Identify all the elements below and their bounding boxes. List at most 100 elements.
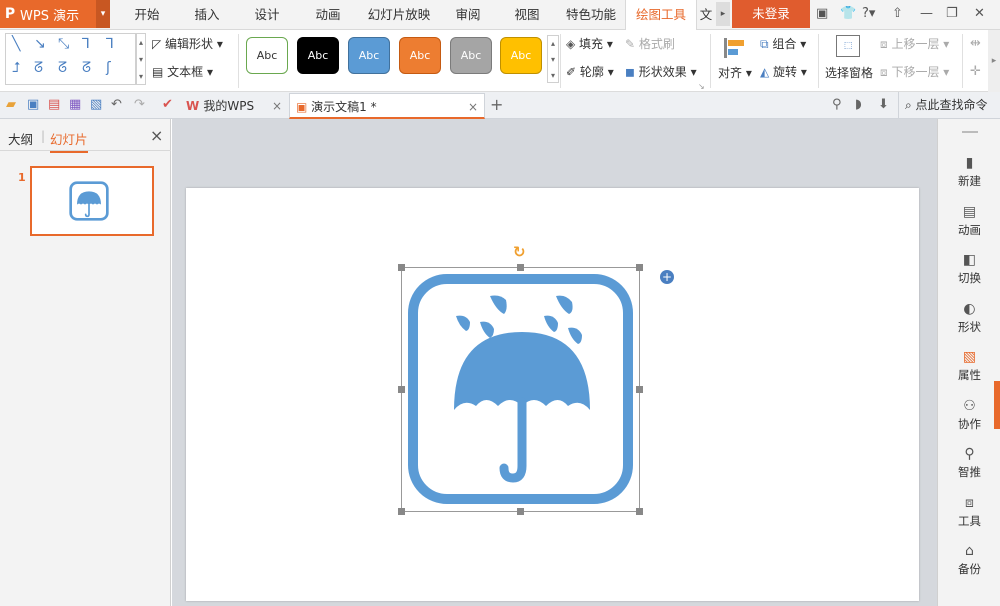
comment-icon[interactable]: ⬇: [878, 97, 889, 112]
print-icon[interactable]: ▦: [69, 97, 81, 112]
curved-double-arrow-icon[interactable]: ᘔ: [82, 60, 91, 76]
doc-tab-presentation[interactable]: ▣ 演示文稿1 * ×: [289, 93, 485, 119]
distribute-icon[interactable]: ⇹: [970, 36, 981, 51]
elbow-double-arrow-icon[interactable]: ⮥: [12, 60, 20, 76]
shape-style-4[interactable]: Abc: [399, 37, 441, 74]
task-pane-item-transition[interactable]: ◧ 切换: [938, 252, 1000, 286]
distribute-vertical-icon[interactable]: ✛: [970, 64, 981, 79]
doc-tab-my-wps[interactable]: W 我的WPS ×: [180, 93, 288, 119]
resize-handle-sw[interactable]: [398, 508, 405, 515]
archive-icon[interactable]: ▣: [816, 6, 828, 21]
tab-text-tools-partial[interactable]: 文: [697, 0, 715, 30]
shape-style-6[interactable]: Abc: [500, 37, 542, 74]
help-icon[interactable]: ?▾: [862, 6, 875, 21]
close-panel-icon[interactable]: ×: [150, 126, 163, 145]
restore-icon[interactable]: ❐: [946, 6, 958, 21]
tab-design[interactable]: 设计: [238, 0, 296, 30]
close-tab-icon[interactable]: ×: [272, 93, 282, 119]
resize-handle-s[interactable]: [517, 508, 524, 515]
freeform-icon[interactable]: ʃ: [106, 60, 111, 76]
outline-button[interactable]: ✐ 轮廓 ▾: [566, 63, 614, 80]
redo-icon[interactable]: ↷: [134, 97, 145, 112]
elbow-arrow-icon[interactable]: ⅂: [106, 36, 114, 52]
style-gallery-scroll[interactable]: ▴ ▾ ▾: [547, 35, 559, 83]
tab-view[interactable]: 视图: [498, 0, 556, 30]
align-icon[interactable]: [722, 34, 748, 60]
group-button[interactable]: ⧉ 组合 ▾: [760, 35, 806, 52]
export-pdf-icon[interactable]: ▤: [48, 97, 60, 112]
login-button[interactable]: 未登录: [732, 0, 810, 28]
shape-effects-button[interactable]: ◼ 形状效果 ▾: [625, 63, 697, 80]
fill-button[interactable]: ◈ 填充 ▾: [566, 35, 613, 52]
curved-arrow-icon[interactable]: ᘔ: [58, 60, 67, 76]
slide[interactable]: ↻ +: [186, 188, 919, 601]
pin-icon[interactable]: ⚲: [832, 97, 842, 112]
arrow-line-icon[interactable]: ↘: [34, 36, 46, 52]
save-icon[interactable]: ▣: [27, 97, 39, 112]
gallery-scroll[interactable]: ▴ ▾ ▾: [136, 33, 146, 85]
close-icon[interactable]: ✕: [974, 6, 985, 21]
print-preview-icon[interactable]: ▧: [90, 97, 102, 112]
rotate-button[interactable]: ◭ 旋转 ▾: [760, 63, 807, 80]
task-pane-item-tools[interactable]: ⧈ 工具: [938, 495, 1000, 529]
dialog-launcher-icon[interactable]: ↘: [698, 82, 705, 91]
close-tab-icon[interactable]: ×: [468, 94, 478, 120]
align-button[interactable]: 对齐 ▾: [718, 64, 752, 81]
shirt-icon[interactable]: 👕: [840, 6, 856, 21]
shape-style-2[interactable]: Abc: [297, 37, 339, 74]
shape-style-3[interactable]: Abc: [348, 37, 390, 74]
tab-special-features[interactable]: 特色功能: [558, 0, 624, 30]
tab-insert[interactable]: 插入: [178, 0, 236, 30]
app-menu-button[interactable]: P WPS 演示 ▾: [0, 0, 110, 28]
shape-style-5[interactable]: Abc: [450, 37, 492, 74]
task-pane-item-shape[interactable]: ◐ 形状: [938, 301, 1000, 335]
tab-scroll-right-icon[interactable]: ▸: [716, 2, 730, 26]
umbrella-rain-icon[interactable]: [408, 274, 633, 504]
command-search[interactable]: ⌕ 点此查找命令: [898, 92, 998, 118]
send-backward-button[interactable]: ⧈ 下移一层 ▾: [880, 63, 949, 80]
add-element-icon[interactable]: +: [660, 270, 674, 284]
edit-shape-button[interactable]: ◸ 编辑形状 ▾: [152, 35, 223, 52]
line-shape-icon[interactable]: ╲: [12, 36, 20, 52]
shape-style-1[interactable]: Abc: [246, 37, 288, 74]
undo-icon[interactable]: ↶: [111, 97, 122, 112]
open-folder-icon[interactable]: ▰: [6, 97, 16, 112]
format-painter-button[interactable]: ✎ 格式刷: [625, 35, 675, 52]
bring-forward-button[interactable]: ⧈ 上移一层 ▾: [880, 35, 949, 52]
tab-slideshow[interactable]: 幻灯片放映: [360, 0, 438, 30]
selection-pane-icon[interactable]: ⬚: [836, 35, 860, 57]
minimize-icon[interactable]: —: [920, 6, 933, 21]
curved-connector-icon[interactable]: ᘔ: [34, 60, 43, 76]
rotate-handle-icon[interactable]: ↻: [513, 243, 526, 261]
resize-handle-e[interactable]: [636, 386, 643, 393]
task-pane-item-smart[interactable]: ⚲ 智推: [938, 446, 1000, 480]
upload-icon[interactable]: ⇧: [892, 6, 903, 21]
text-box-button[interactable]: ▤ 文本框 ▾: [152, 63, 213, 80]
ribbon-scroll-right-icon[interactable]: ▸: [988, 30, 1000, 92]
resize-handle-n[interactable]: [517, 264, 524, 271]
template-icon[interactable]: ◗: [855, 97, 862, 112]
elbow-connector-icon[interactable]: ⅂: [82, 36, 90, 52]
selection-frame[interactable]: ↻: [398, 243, 643, 515]
pane-collapse-handle[interactable]: [994, 381, 1000, 429]
tab-outline[interactable]: 大纲: [8, 129, 33, 148]
resize-handle-ne[interactable]: [636, 264, 643, 271]
new-tab-icon[interactable]: +: [490, 95, 503, 114]
task-pane-item-animation[interactable]: ▤ 动画: [938, 204, 1000, 238]
tab-review[interactable]: 审阅: [440, 0, 496, 30]
customize-check-icon[interactable]: ✔: [162, 97, 173, 112]
tab-slides[interactable]: 幻灯片: [50, 129, 88, 153]
task-pane-item-new-doc[interactable]: ▮ 新建: [938, 155, 1000, 189]
resize-handle-nw[interactable]: [398, 264, 405, 271]
resize-handle-se[interactable]: [636, 508, 643, 515]
task-pane-item-collaborate[interactable]: ⚇ 协作: [938, 398, 1000, 432]
tab-drawing-tools[interactable]: 绘图工具: [625, 0, 697, 30]
tab-animation[interactable]: 动画: [298, 0, 358, 30]
tab-home[interactable]: 开始: [118, 0, 176, 30]
task-pane-item-properties[interactable]: ▧ 属性: [938, 349, 1000, 383]
resize-handle-w[interactable]: [398, 386, 405, 393]
line-shape-gallery[interactable]: ╲ ↘ ⤡ ⅂ ⅂ ⮥ ᘔ ᘔ ᘔ ʃ: [5, 33, 136, 85]
app-menu-dropdown-icon[interactable]: ▾: [96, 0, 110, 28]
task-pane-item-backup[interactable]: ⌂ 备份: [938, 543, 1000, 577]
selection-pane-button[interactable]: 选择窗格: [825, 64, 873, 81]
